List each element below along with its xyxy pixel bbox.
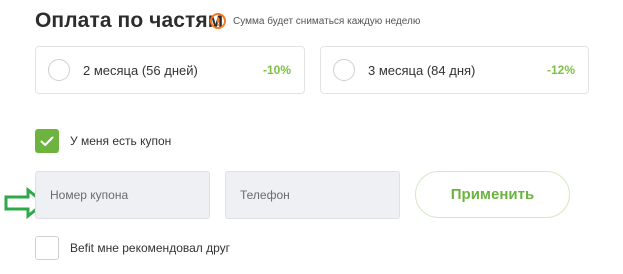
plan-radio[interactable] <box>333 59 355 81</box>
phone-input[interactable] <box>225 171 400 219</box>
plan-option-3-months[interactable]: 3 месяца (84 дня) -12% <box>320 46 589 94</box>
plan-discount: -10% <box>262 63 291 77</box>
checkmark-icon <box>40 136 54 146</box>
exclamation-circle-icon <box>210 13 226 29</box>
plan-discount: -12% <box>546 63 575 77</box>
referral-checkbox[interactable] <box>35 236 59 260</box>
plan-option-2-months[interactable]: 2 месяца (56 дней) -10% <box>35 46 305 94</box>
plan-label: 3 месяца (84 дня) <box>368 62 476 78</box>
coupon-checkbox-label: У меня есть купон <box>70 134 172 148</box>
weekly-charge-note: Сумма будет сниматься каждую неделю <box>210 13 420 29</box>
apply-button[interactable]: Применить <box>415 171 570 218</box>
referral-checkbox-label: Befit мне рекомендовал друг <box>70 241 231 255</box>
section-title: Оплата по частям <box>35 9 224 32</box>
coupon-checkbox-row[interactable]: У меня есть купон <box>35 129 171 153</box>
coupon-checkbox[interactable] <box>35 129 59 153</box>
note-text: Сумма будет сниматься каждую неделю <box>233 15 421 27</box>
coupon-number-input[interactable] <box>35 171 210 219</box>
referral-checkbox-row[interactable]: Befit мне рекомендовал друг <box>35 236 230 260</box>
plan-label: 2 месяца (56 дней) <box>83 62 198 78</box>
plan-radio[interactable] <box>48 59 70 81</box>
